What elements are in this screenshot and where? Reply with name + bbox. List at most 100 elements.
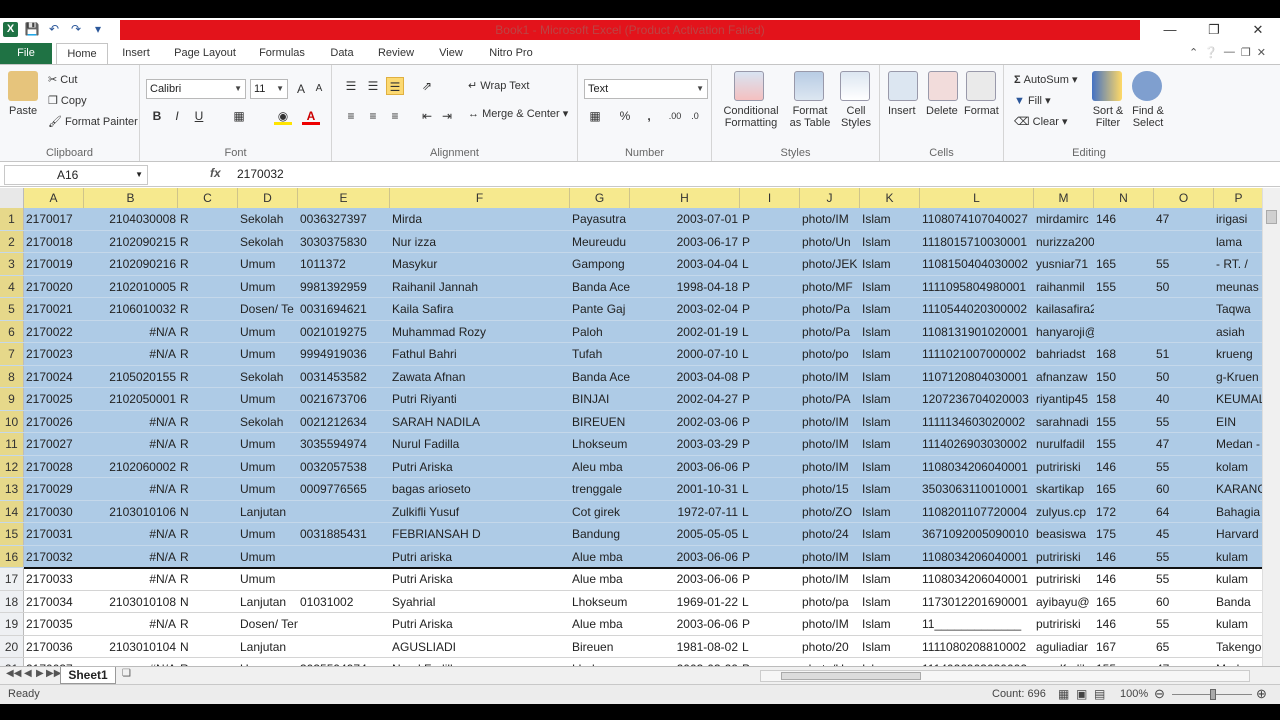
table-cell[interactable]: 55 — [1154, 253, 1214, 275]
table-cell[interactable]: 168 — [1094, 343, 1154, 365]
restore-icon[interactable]: ❐ — [1192, 18, 1236, 42]
table-cell[interactable]: photo/20 — [800, 636, 860, 658]
table-cell[interactable]: 0031453582 — [298, 366, 390, 388]
table-cell[interactable]: SARAH NADILA — [390, 411, 570, 433]
table-cell[interactable]: Islam — [860, 321, 920, 343]
table-cell[interactable]: 155 — [1094, 433, 1154, 455]
table-cell[interactable]: Cot girek — [570, 501, 630, 523]
table-cell[interactable]: putririski — [1034, 456, 1094, 478]
column-header[interactable]: G — [570, 188, 630, 208]
table-cell[interactable]: Zulkifli Yusuf — [390, 501, 570, 523]
orientation-icon[interactable]: ⇗ — [418, 77, 436, 95]
table-cell[interactable]: Lanjutan — [238, 501, 298, 523]
window-min-icon[interactable]: — — [1224, 46, 1235, 59]
table-cell[interactable]: 1114026903030002 — [920, 658, 1034, 666]
column-header[interactable]: C — [178, 188, 238, 208]
table-cell[interactable]: nurulfadil — [1034, 433, 1094, 455]
new-sheet-icon[interactable]: ❏ — [122, 668, 131, 679]
table-cell[interactable]: Islam — [860, 636, 920, 658]
table-cell[interactable]: 2170027 — [24, 433, 84, 455]
table-cell[interactable]: AGUSLIADI — [390, 636, 570, 658]
table-cell[interactable]: mirdamirc — [1034, 208, 1094, 230]
row-header[interactable]: 20 — [0, 635, 24, 657]
table-cell[interactable]: 2003-02-04 — [630, 298, 740, 320]
table-cell[interactable]: photo/MF — [800, 276, 860, 298]
table-cell[interactable]: Islam — [860, 388, 920, 410]
table-cell[interactable]: #N/A — [84, 568, 178, 590]
table-cell[interactable]: photo/IM — [800, 456, 860, 478]
table-cell[interactable]: Lanjutan — [238, 636, 298, 658]
tab-review[interactable]: Review — [370, 43, 422, 64]
table-cell[interactable]: L — [740, 636, 800, 658]
table-cell[interactable]: irigasi — [1214, 208, 1262, 230]
name-box-dropdown-icon[interactable]: ▼ — [135, 166, 143, 184]
worksheet-grid[interactable]: ABCDEFGHIJKLMNOP 1 2170017 2104030008 R Seko… — [0, 188, 1262, 666]
table-cell[interactable]: 1114026903030002 — [920, 433, 1034, 455]
table-cell[interactable]: 1111134603020002 — [920, 411, 1034, 433]
table-cell[interactable]: 1118015710030001 — [920, 231, 1034, 253]
table-cell[interactable]: Sekolah — [238, 366, 298, 388]
table-cell[interactable]: Putri ariska — [390, 546, 570, 568]
table-cell[interactable]: krueng — [1214, 343, 1262, 365]
table-cell[interactable]: R — [178, 613, 238, 635]
table-cell[interactable]: #N/A — [84, 613, 178, 635]
table-cell[interactable] — [298, 613, 390, 635]
row-header[interactable]: 16 — [0, 545, 24, 567]
table-cell[interactable]: 2170023 — [24, 343, 84, 365]
table-cell[interactable] — [1094, 321, 1154, 343]
table-cell[interactable]: Fathul Bahri — [390, 343, 570, 365]
help-icon[interactable]: ❔ — [1204, 46, 1218, 59]
table-cell[interactable]: 01031002 — [298, 591, 390, 613]
table-cell[interactable]: 155 — [1094, 411, 1154, 433]
table-cell[interactable]: 40 — [1154, 388, 1214, 410]
table-cell[interactable]: P — [740, 613, 800, 635]
tab-home[interactable]: Home — [56, 43, 108, 64]
table-cell[interactable]: 2103010106 — [84, 501, 178, 523]
table-cell[interactable]: 1108034206040001 — [920, 456, 1034, 478]
column-header[interactable]: D — [238, 188, 298, 208]
tab-nitro-pro[interactable]: Nitro Pro — [480, 43, 542, 64]
table-cell[interactable]: P — [740, 231, 800, 253]
table-cell[interactable]: Nurul Fadilla — [390, 658, 570, 666]
table-cell[interactable]: raihanmil — [1034, 276, 1094, 298]
table-cell[interactable]: P — [740, 546, 800, 568]
accounting-format-icon[interactable]: ▦ — [586, 107, 604, 125]
row-header[interactable]: 8 — [0, 365, 24, 387]
prev-sheet-icon[interactable]: ◀ — [24, 668, 32, 679]
table-cell[interactable]: 150 — [1094, 366, 1154, 388]
table-cell[interactable]: Takengo — [1214, 636, 1262, 658]
table-cell[interactable]: lama — [1214, 231, 1262, 253]
table-cell[interactable]: photo/pa — [800, 591, 860, 613]
column-header[interactable]: E — [298, 188, 390, 208]
table-cell[interactable]: - RT. / — [1214, 253, 1262, 275]
table-cell[interactable]: 158 — [1094, 388, 1154, 410]
table-cell[interactable]: Umum — [238, 321, 298, 343]
table-cell[interactable]: 9994919036 — [298, 343, 390, 365]
table-cell[interactable]: 2170020 — [24, 276, 84, 298]
table-cell[interactable]: photo/IM — [800, 411, 860, 433]
table-cell[interactable]: #N/A — [84, 411, 178, 433]
table-cell[interactable]: kailasafira2003@gmail.com — [1034, 298, 1094, 320]
tab-page-layout[interactable]: Page Layout — [166, 43, 244, 64]
table-cell[interactable]: 2003-06-06 — [630, 456, 740, 478]
table-cell[interactable]: photo/Un — [800, 658, 860, 666]
table-cell[interactable]: R — [178, 568, 238, 590]
format-painter-button[interactable]: Format Painter — [65, 116, 138, 128]
table-cell[interactable] — [1154, 231, 1214, 253]
table-cell[interactable]: 2003-06-06 — [630, 613, 740, 635]
table-cell[interactable]: 50 — [1154, 276, 1214, 298]
table-cell[interactable]: 50 — [1154, 366, 1214, 388]
table-cell[interactable]: R — [178, 366, 238, 388]
table-cell[interactable]: Islam — [860, 501, 920, 523]
table-cell[interactable]: 0021212634 — [298, 411, 390, 433]
table-cell[interactable]: Banda — [1214, 591, 1262, 613]
table-cell[interactable]: 0009776565 — [298, 478, 390, 500]
horizontal-scrollbar[interactable] — [760, 670, 1250, 682]
table-cell[interactable]: 55 — [1154, 411, 1214, 433]
insert-button[interactable]: Insert — [888, 105, 916, 117]
table-cell[interactable]: 3503063110010001 — [920, 478, 1034, 500]
table-cell[interactable]: photo/IM — [800, 613, 860, 635]
table-cell[interactable]: photo/IM — [800, 568, 860, 590]
table-cell[interactable]: 2103010108 — [84, 591, 178, 613]
table-cell[interactable]: 146 — [1094, 456, 1154, 478]
